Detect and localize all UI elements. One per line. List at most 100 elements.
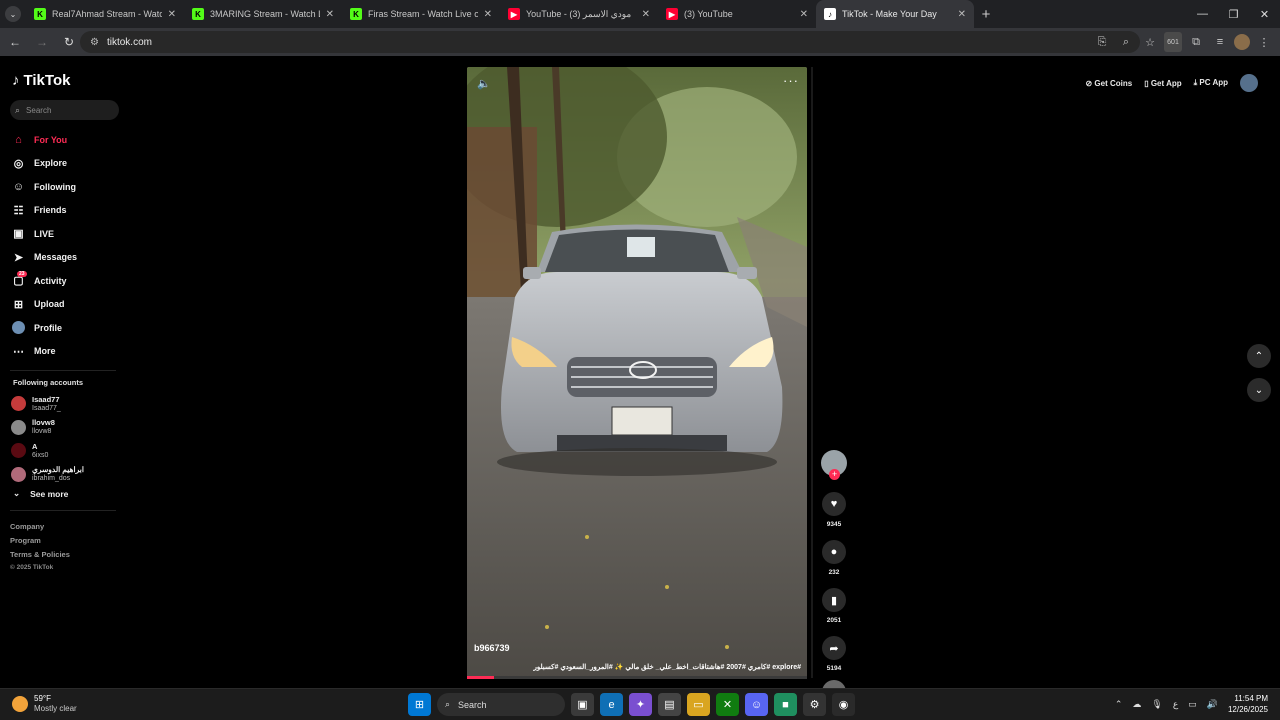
network-icon[interactable]: ▭ — [1188, 699, 1197, 710]
avatar — [11, 419, 26, 435]
profile-avatar[interactable] — [1234, 34, 1250, 50]
sidebar-item-explore[interactable]: ◎ Explore — [12, 152, 77, 176]
share-button[interactable]: ➦ — [822, 636, 846, 660]
sidebar-item-following[interactable]: ☺ Following — [12, 175, 77, 199]
sidebar-item-activity[interactable]: ▢ 23 Activity — [12, 269, 77, 293]
tiktok-logo[interactable]: ♪ TikTok — [12, 72, 70, 89]
settings-icon[interactable]: ⚙ — [803, 693, 826, 716]
browser-tab[interactable]: ▶ YouTube - (3) مودي الاسمر ✕ — [500, 0, 658, 28]
new-tab-button[interactable]: + — [974, 0, 998, 28]
video-progress-bar[interactable] — [467, 676, 807, 679]
discord-icon[interactable]: ☺ — [745, 693, 768, 716]
account-handle: 6ixs0 — [32, 451, 49, 459]
search-input[interactable]: ⌕ Search — [10, 100, 119, 120]
close-tab-icon[interactable]: ✕ — [326, 9, 334, 20]
forward-button[interactable]: → — [30, 30, 54, 54]
tiktok-header-actions: ⊘ Get Coins ▯ Get App ⤓ PC App — [1085, 74, 1258, 92]
copilot-icon[interactable]: ✦ — [629, 693, 652, 716]
file-explorer-icon[interactable]: ▭ — [687, 693, 710, 716]
footer-link-terms[interactable]: Terms & Policies — [10, 550, 70, 564]
chevron-down-icon: ⌄ — [13, 488, 21, 498]
browser-tab[interactable]: ♪ TikTok - Make Your Day ✕ — [816, 0, 974, 28]
sidebar-item-live[interactable]: ▣ LIVE — [12, 222, 77, 246]
sidebar-item-more[interactable]: ⋯ More — [12, 340, 77, 364]
messages-icon: ➤ — [13, 251, 24, 264]
account-name: ابراهيم الدوسري — [32, 465, 84, 475]
main-nav: ⌂ For You ◎ Explore ☺ Following ☷ Friends ▣ LIVE ➤… — [12, 128, 77, 363]
browser-tab[interactable]: ▶ (3) YouTube ✕ — [658, 0, 816, 28]
close-tab-icon[interactable]: ✕ — [800, 9, 808, 20]
close-tab-icon[interactable]: ✕ — [958, 9, 966, 20]
restore-button[interactable]: ❐ — [1218, 0, 1249, 28]
creator-avatar[interactable]: + — [821, 450, 847, 480]
clock[interactable]: 11:54 PM 12/26/2025 — [1228, 693, 1268, 715]
address-bar[interactable]: ⚙ tiktok.com — [80, 31, 1140, 53]
minimize-button[interactable]: — — [1187, 0, 1218, 28]
footer-link-program[interactable]: Program — [10, 536, 70, 550]
account-name: Isaad77 — [32, 394, 60, 404]
task-view-icon[interactable]: ▣ — [571, 693, 594, 716]
sidebar-item-upload[interactable]: ⊞ Upload — [12, 293, 77, 317]
sidebar-item-messages[interactable]: ➤ Messages — [12, 246, 77, 270]
kick-icon: K — [192, 8, 204, 20]
following-account[interactable]: llovw8 llovw8 — [11, 416, 84, 440]
video-username[interactable]: b966739 — [474, 643, 510, 653]
close-window-button[interactable]: ✕ — [1249, 0, 1280, 28]
pc-app-button[interactable]: ⤓ PC App — [1194, 78, 1228, 88]
volume-icon[interactable]: 🔊 — [1207, 699, 1218, 710]
browser-tab[interactable]: K Real7Ahmad Stream - Watch Li ✕ — [26, 0, 184, 28]
extension-badge[interactable]: 601 — [1164, 32, 1182, 52]
close-tab-icon[interactable]: ✕ — [484, 9, 492, 20]
site-info-icon[interactable]: ⚙ — [90, 37, 99, 48]
taskbar-search[interactable]: ⌕ Search — [437, 693, 565, 716]
extensions-icon[interactable]: ⧉ — [1186, 32, 1206, 52]
next-video-button[interactable]: ⌄ — [1247, 378, 1271, 402]
chrome-icon[interactable]: ◉ — [832, 693, 855, 716]
volume-icon[interactable]: 🔈 — [477, 77, 491, 90]
weather-widget[interactable]: 59°F Mostly clear — [12, 694, 77, 714]
following-account[interactable]: A 6ixs0 — [11, 439, 84, 463]
sidebar-item-for-you[interactable]: ⌂ For You — [12, 128, 77, 152]
zoom-icon[interactable]: ⌕ — [1116, 32, 1136, 52]
search-icon: ⌕ — [445, 699, 451, 709]
bookmark-star-icon[interactable]: ☆ — [1140, 32, 1160, 52]
notification-badge: 23 — [17, 271, 27, 277]
profile-avatar[interactable] — [1240, 74, 1258, 92]
share-count: 5194 — [826, 665, 842, 672]
reading-list-icon[interactable]: ≡ — [1210, 32, 1230, 52]
follow-plus-icon[interactable]: + — [829, 469, 840, 480]
sidebar-item-profile[interactable]: Profile — [12, 316, 77, 340]
xbox-icon[interactable]: ✕ — [716, 693, 739, 716]
get-coins-button[interactable]: ⊘ Get Coins — [1085, 79, 1132, 88]
chevron-up-icon[interactable]: ⌃ — [1115, 699, 1123, 710]
sidebar-item-friends[interactable]: ☷ Friends — [12, 199, 77, 223]
edge-icon[interactable]: e — [600, 693, 623, 716]
install-app-icon[interactable]: ⎘ — [1092, 32, 1112, 52]
microphone-icon[interactable]: 🎙 — [1151, 699, 1162, 710]
store-icon[interactable]: ▤ — [658, 693, 681, 716]
reload-button[interactable]: ↻ — [57, 30, 81, 54]
back-button[interactable]: ← — [3, 30, 27, 54]
onedrive-icon[interactable]: ☁ — [1132, 699, 1141, 710]
like-button[interactable]: ♥ — [822, 492, 846, 516]
following-account[interactable]: ابراهيم الدوسري ibrahim_dos — [11, 463, 84, 487]
browser-tab[interactable]: K 3MARING Stream - Watch Live ✕ — [184, 0, 342, 28]
close-tab-icon[interactable]: ✕ — [642, 9, 650, 20]
windows-start-icon[interactable]: ⊞ — [408, 693, 431, 716]
comment-button[interactable]: ● — [822, 540, 846, 564]
get-app-button[interactable]: ▯ Get App — [1144, 79, 1181, 88]
footer-link-company[interactable]: Company — [10, 522, 70, 536]
more-options-icon[interactable]: ··· — [783, 73, 799, 88]
following-account[interactable]: Isaad77 Isaad77_ — [11, 392, 84, 416]
account-handle: llovw8 — [32, 428, 52, 436]
video-player[interactable]: 🔈 ··· b966739 #explore #كامري #2007 #هاش… — [467, 67, 807, 678]
browser-tab[interactable]: K Firas Stream - Watch Live on Ki ✕ — [342, 0, 500, 28]
language-icon[interactable]: ع — [1173, 699, 1178, 710]
see-more-button[interactable]: ⌄ See more — [13, 488, 68, 499]
browser-menu-icon[interactable]: ⋮ — [1254, 32, 1274, 52]
previous-video-button[interactable]: ⌃ — [1247, 344, 1271, 368]
close-tab-icon[interactable]: ✕ — [168, 9, 176, 20]
tab-search-button[interactable]: ⌄ — [0, 0, 26, 28]
app-icon[interactable]: ■ — [774, 693, 797, 716]
save-button[interactable]: ▮ — [822, 588, 846, 612]
